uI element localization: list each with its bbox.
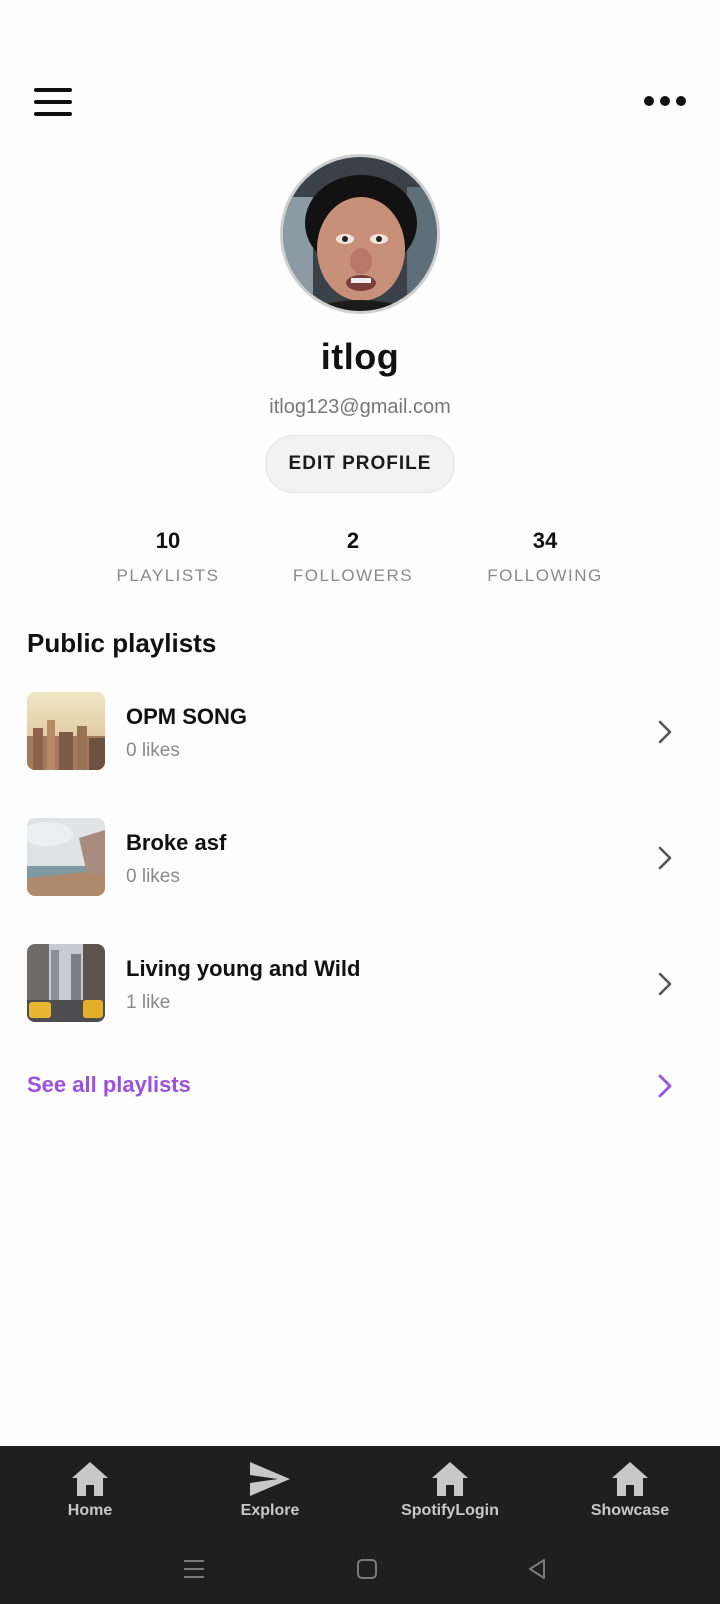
playlist-likes: 0 likes [126, 866, 180, 887]
avatar-photo [283, 157, 437, 311]
nav-showcase[interactable]: Showcase [540, 1460, 720, 1520]
nav-label: Showcase [590, 1502, 670, 1519]
stat-followers[interactable]: 2 FOLLOWERS [263, 528, 443, 586]
menu-line [34, 100, 72, 104]
menu-line [34, 88, 72, 92]
chevron-right-icon [658, 720, 672, 744]
stat-following[interactable]: 34 FOLLOWING [455, 528, 635, 586]
bottom-navigation-bar: Home Explore SpotifyLogin Showcase [0, 1446, 720, 1604]
edit-profile-button[interactable]: EDIT PROFILE [265, 435, 455, 493]
see-all-label: See all playlists [27, 1072, 191, 1097]
home-icon [612, 1462, 648, 1496]
playlist-row[interactable]: Living young and Wild 1 like [27, 944, 693, 1024]
nav-spotifylogin[interactable]: SpotifyLogin [360, 1460, 540, 1520]
home-system-icon[interactable] [355, 1558, 379, 1580]
hamburger-menu-icon[interactable] [30, 84, 76, 120]
nav-home[interactable]: Home [0, 1460, 180, 1520]
chevron-right-icon [658, 846, 672, 870]
nav-label: Home [67, 1502, 113, 1519]
nav-explore[interactable]: Explore [180, 1460, 360, 1520]
playlist-row[interactable]: Broke asf 0 likes [27, 818, 693, 898]
section-title: Public playlists [27, 628, 217, 658]
playlist-row[interactable]: OPM SONG 0 likes [27, 692, 693, 772]
profile-email: itlog123@gmail.com [269, 396, 451, 418]
home-icon [432, 1462, 468, 1496]
playlist-likes: 0 likes [126, 740, 180, 761]
playlist-thumbnail [27, 944, 105, 1022]
dot [676, 96, 686, 106]
send-icon [250, 1462, 290, 1496]
playlist-thumbnail [27, 692, 105, 770]
recent-apps-icon[interactable] [182, 1558, 206, 1580]
stat-label: FOLLOWERS [292, 566, 414, 585]
back-icon[interactable] [525, 1558, 549, 1580]
profile-avatar[interactable] [280, 154, 440, 314]
playlist-title: OPM SONG [126, 704, 248, 729]
more-options-icon[interactable] [640, 88, 690, 114]
nav-label: Explore [240, 1502, 300, 1519]
playlist-title: Broke asf [126, 830, 227, 855]
stat-label: FOLLOWING [487, 566, 603, 585]
stat-value: 2 [346, 528, 360, 553]
dot [660, 96, 670, 106]
stat-value: 10 [155, 528, 181, 553]
menu-line [34, 112, 72, 116]
profile-name: itlog [320, 336, 400, 377]
chevron-right-icon [658, 972, 672, 996]
stat-value: 34 [532, 528, 558, 553]
playlist-title: Living young and Wild [126, 956, 361, 981]
stat-label: PLAYLISTS [116, 566, 220, 585]
nav-label: SpotifyLogin [401, 1502, 499, 1519]
home-icon [72, 1462, 108, 1496]
see-all-playlists-link[interactable]: See all playlists [27, 1066, 693, 1106]
stat-playlists[interactable]: 10 PLAYLISTS [78, 528, 258, 586]
playlist-likes: 1 like [126, 992, 171, 1013]
dot [644, 96, 654, 106]
playlist-thumbnail [27, 818, 105, 896]
chevron-right-icon [658, 1074, 672, 1098]
